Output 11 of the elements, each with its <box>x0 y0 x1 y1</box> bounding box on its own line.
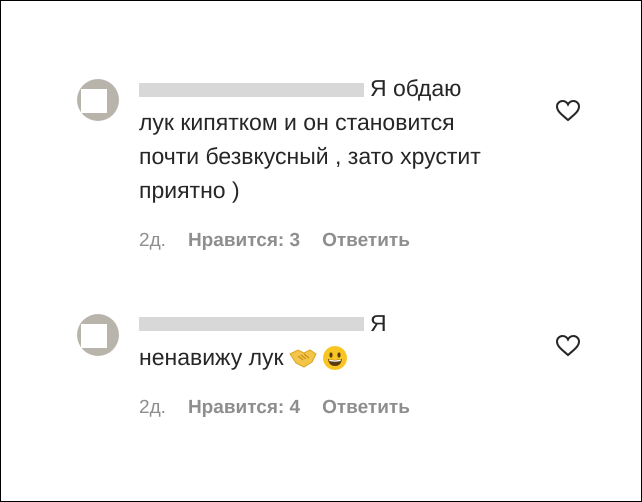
reply-link[interactable]: Ответить <box>322 227 410 256</box>
comment-text: Я обдаю лук кипятком и он становится почти безвкусный , зато хрустит приятно ) <box>139 74 482 205</box>
likes-count[interactable]: Нравится: 4 <box>188 394 300 422</box>
comment-time: 2д. <box>139 396 166 420</box>
comment-text: Я ненавижу лук <box>139 308 388 374</box>
comment-time: 2д. <box>139 229 166 253</box>
heart-icon[interactable] <box>555 334 581 358</box>
heart-icon[interactable] <box>555 99 581 123</box>
grinning-face-icon <box>322 345 348 372</box>
reply-link[interactable]: Ответить <box>322 394 410 422</box>
likes-count[interactable]: Нравится: 3 <box>188 227 300 256</box>
